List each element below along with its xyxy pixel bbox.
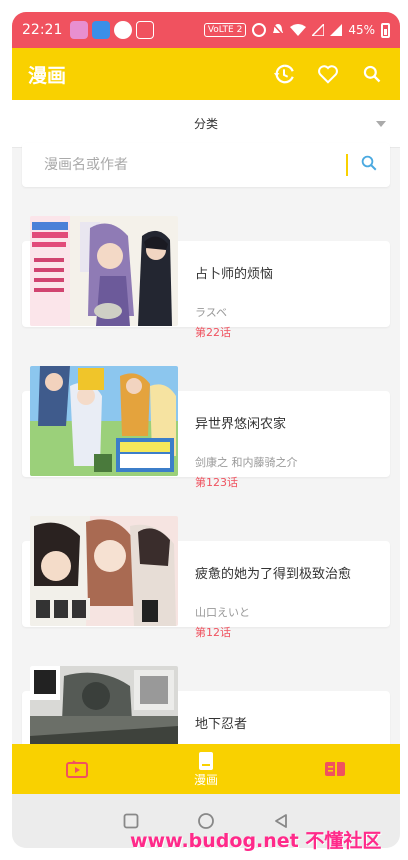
comic-info: 地下忍者 [195, 713, 385, 748]
status-time: 22:21 [22, 22, 63, 38]
app-notification-icon [70, 21, 89, 39]
chat-notification-icon [92, 21, 111, 39]
status-bar: 22:21 VoLTE 2 45% [12, 12, 400, 48]
wifi-icon [290, 24, 307, 36]
watermark-text: www.budog.net 不懂社区 [130, 830, 382, 852]
battery-icon [381, 22, 390, 38]
battery-percent: 45% [348, 23, 375, 37]
comic-info: 疲惫的她为了得到极致治愈 山口えいと 第12话 [195, 563, 385, 640]
comic-cover[interactable] [30, 516, 178, 626]
app-bar: 漫画 [12, 48, 400, 100]
list-item[interactable]: 地下忍者 [12, 658, 400, 748]
message-notification-icon [136, 21, 155, 39]
list-item[interactable]: 疲惫的她为了得到极致治愈 山口えいと 第12话 [12, 508, 400, 658]
comic-title: 异世界悠闲农家 [195, 417, 287, 432]
category-label: 分类 [193, 117, 218, 131]
caret-down-icon [376, 121, 386, 127]
comic-chapter: 第12话 [195, 626, 231, 639]
tab-comic-label: 漫画 [193, 772, 218, 787]
comic-title: 占卜师的烦恼 [195, 267, 274, 282]
category-dropdown[interactable]: 分类 [12, 100, 400, 148]
comic-info: 占卜师的烦恼 ラスベ 第22话 [195, 263, 385, 340]
comic-title: 疲惫的她为了得到极致治愈 [195, 567, 352, 582]
tab-novel[interactable] [271, 744, 400, 794]
app-bar-actions [272, 62, 384, 86]
comic-cover[interactable] [30, 366, 178, 476]
heart-icon[interactable] [316, 62, 340, 86]
search-input[interactable] [44, 157, 346, 173]
search-submit-icon[interactable] [360, 154, 378, 176]
comic-cover[interactable] [30, 666, 178, 748]
search-icon[interactable] [360, 62, 384, 86]
bottom-nav: 漫画 [12, 744, 400, 794]
phone-screen: 22:21 VoLTE 2 45% 漫画 分类 漫画名或作者 占卜师的烦恼 ラス… [12, 12, 400, 848]
signal-1-icon [312, 24, 325, 36]
search-bar [22, 143, 390, 187]
comic-author: 剑康之 和内藤骑之介 [195, 456, 298, 469]
comic-list: 占卜师的烦恼 ラスベ 第22话 异世界悠闲农家 剑康之 和内藤骑之介 第123话… [12, 208, 400, 748]
tab-video[interactable] [12, 744, 141, 794]
dnd-icon [252, 23, 267, 37]
bell-off-icon [272, 23, 284, 36]
comic-title: 地下忍者 [195, 717, 248, 732]
comic-author: ラスベ [195, 306, 228, 319]
novel-icon [325, 762, 346, 776]
comic-chapter: 第123话 [195, 476, 238, 489]
tv-icon [65, 760, 88, 778]
volte-badge: VoLTE 2 [203, 23, 247, 37]
page-title: 漫画 [28, 64, 67, 87]
book-icon [198, 751, 213, 770]
history-icon[interactable] [272, 62, 296, 86]
tab-comic[interactable]: 漫画 [141, 744, 270, 794]
list-item[interactable]: 占卜师的烦恼 ラスベ 第22话 [12, 208, 400, 358]
comic-chapter: 第22话 [195, 326, 231, 339]
comic-author: 山口えいと [195, 606, 250, 619]
comic-info: 异世界悠闲农家 剑康之 和内藤骑之介 第123话 [195, 413, 385, 490]
list-item[interactable]: 异世界悠闲农家 剑康之 和内藤骑之介 第123话 [12, 358, 400, 508]
comic-cover[interactable] [30, 216, 178, 326]
search-divider [346, 154, 348, 176]
status-right: VoLTE 2 45% [203, 22, 390, 38]
app-s-notification-icon [114, 21, 133, 39]
signal-2-icon [330, 24, 343, 36]
